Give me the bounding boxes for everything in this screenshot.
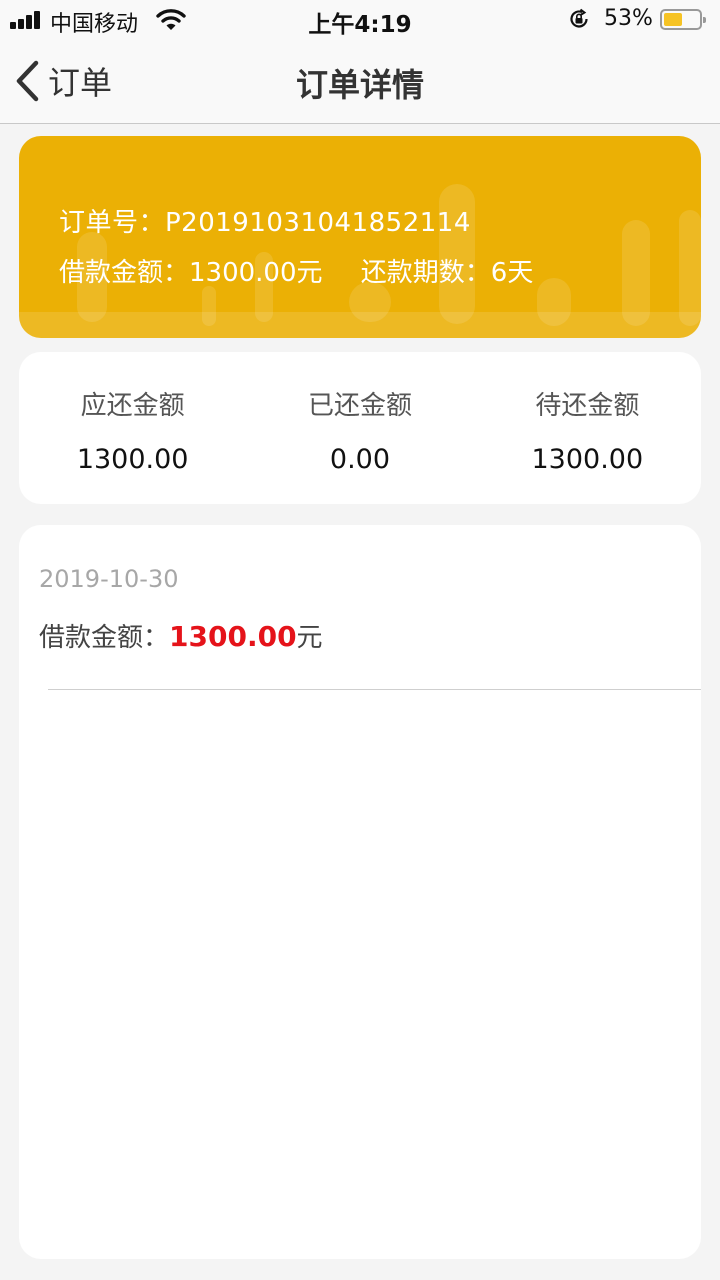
summary-label: 已还金额 (307, 391, 412, 421)
record-amount-label: 借款金额： (39, 623, 170, 653)
battery-percent: 53% (604, 6, 653, 31)
loan-record-list: 2019-10-30 借款金额：1300.00元 (19, 525, 701, 1259)
order-meta: 借款金额：1300.00元 还款期数：6天 (59, 252, 563, 289)
summary-paid: 已还金额 0.00 (246, 352, 473, 504)
summary-value: 1300.00 (531, 444, 644, 475)
battery-level-fill (664, 13, 683, 26)
summary-label: 应还金额 (80, 391, 185, 421)
summary-label: 待还金额 (535, 391, 640, 421)
record-amount-value: 1300.00 (169, 620, 297, 653)
order-number: 订单号：P20191031041852114 (59, 208, 471, 238)
order-detail-screen: 中国移动 上午4:19 53% 订单 订单详情 订单号：P20191031041… (0, 0, 720, 1280)
rotation-lock-icon (570, 8, 588, 28)
record-amount: 借款金额：1300.00元 (39, 617, 323, 654)
summary-value: 0.00 (329, 444, 391, 475)
record-amount-unit: 元 (296, 623, 323, 653)
status-bar: 中国移动 上午4:19 53% (0, 0, 720, 40)
summary-pending: 待还金额 1300.00 (474, 352, 701, 504)
summary-value: 1300.00 (76, 444, 189, 475)
battery-icon (660, 9, 706, 30)
order-info-banner: 订单号：P20191031041852114 借款金额：1300.00元 还款期… (19, 136, 701, 338)
record-date: 2019-10-30 (39, 565, 179, 593)
record-divider (48, 689, 701, 690)
summary-due: 应还金额 1300.00 (19, 352, 246, 504)
repay-period: 还款期数：6天 (360, 258, 534, 288)
loan-amount: 借款金额：1300.00元 (59, 258, 323, 288)
page-title: 订单详情 (295, 66, 424, 104)
repayment-summary-card: 应还金额 1300.00 已还金额 0.00 待还金额 1300.00 (19, 352, 701, 504)
navigation-bar: 订单 订单详情 (0, 40, 720, 124)
